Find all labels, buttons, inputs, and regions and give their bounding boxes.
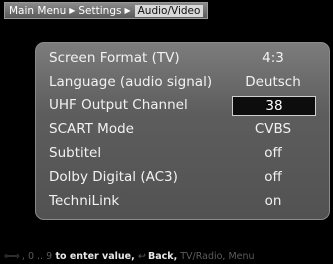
- left-right-arrows-icon: ⇦⇨: [4, 251, 20, 262]
- setting-value: 4:3: [262, 50, 284, 66]
- breadcrumb-audio-video: Audio/Video: [134, 4, 204, 17]
- setting-label: SCART Mode: [49, 121, 134, 137]
- setting-label: Screen Format (TV): [49, 50, 180, 66]
- breadcrumb-arrow-icon: ▶: [69, 6, 76, 15]
- setting-language[interactable]: Language (audio signal) Deutsch: [36, 71, 329, 93]
- uhf-channel-input[interactable]: 38: [232, 96, 316, 116]
- breadcrumb-arrow-icon: ▶: [124, 6, 131, 15]
- setting-value: off: [264, 145, 282, 161]
- screen: Main Menu ▶ Settings ▶ Audio/Video Scree…: [0, 0, 333, 264]
- setting-label: TechniLink: [49, 193, 120, 209]
- setting-technilink[interactable]: TechniLink on: [36, 190, 329, 212]
- setting-label: Language (audio signal): [49, 74, 213, 90]
- setting-value: CVBS: [254, 121, 292, 137]
- back-hint: Back,: [147, 251, 178, 262]
- digit-range-dots: ..: [34, 251, 47, 262]
- help-bar: ⇦⇨ , 0 .. 9 to enter value, ↩ Back, TV/R…: [0, 249, 333, 264]
- setting-label: UHF Output Channel: [49, 97, 188, 113]
- setting-label: Subtitel: [49, 145, 102, 161]
- setting-value: off: [264, 169, 282, 185]
- menu-hint: Menu: [228, 251, 255, 262]
- settings-panel: Screen Format (TV) 4:3 Language (audio s…: [35, 42, 330, 220]
- setting-value: Deutsch: [245, 74, 301, 90]
- breadcrumb: Main Menu ▶ Settings ▶ Audio/Video: [4, 2, 209, 19]
- setting-label: Dolby Digital (AC3): [49, 169, 178, 185]
- tv-radio-hint: TV/Radio,: [180, 251, 226, 262]
- enter-value-hint: to enter value,: [55, 251, 135, 262]
- setting-uhf-channel[interactable]: UHF Output Channel 38: [36, 94, 329, 116]
- setting-screen-format[interactable]: Screen Format (TV) 4:3: [36, 47, 329, 69]
- breadcrumb-settings[interactable]: Settings: [78, 5, 121, 17]
- setting-dolby-digital[interactable]: Dolby Digital (AC3) off: [36, 166, 329, 188]
- back-arrow-icon: ↩: [138, 251, 146, 262]
- breadcrumb-main-menu[interactable]: Main Menu: [9, 5, 66, 17]
- setting-scart-mode[interactable]: SCART Mode CVBS: [36, 118, 329, 140]
- setting-subtitel[interactable]: Subtitel off: [36, 142, 329, 164]
- setting-value: on: [264, 193, 282, 209]
